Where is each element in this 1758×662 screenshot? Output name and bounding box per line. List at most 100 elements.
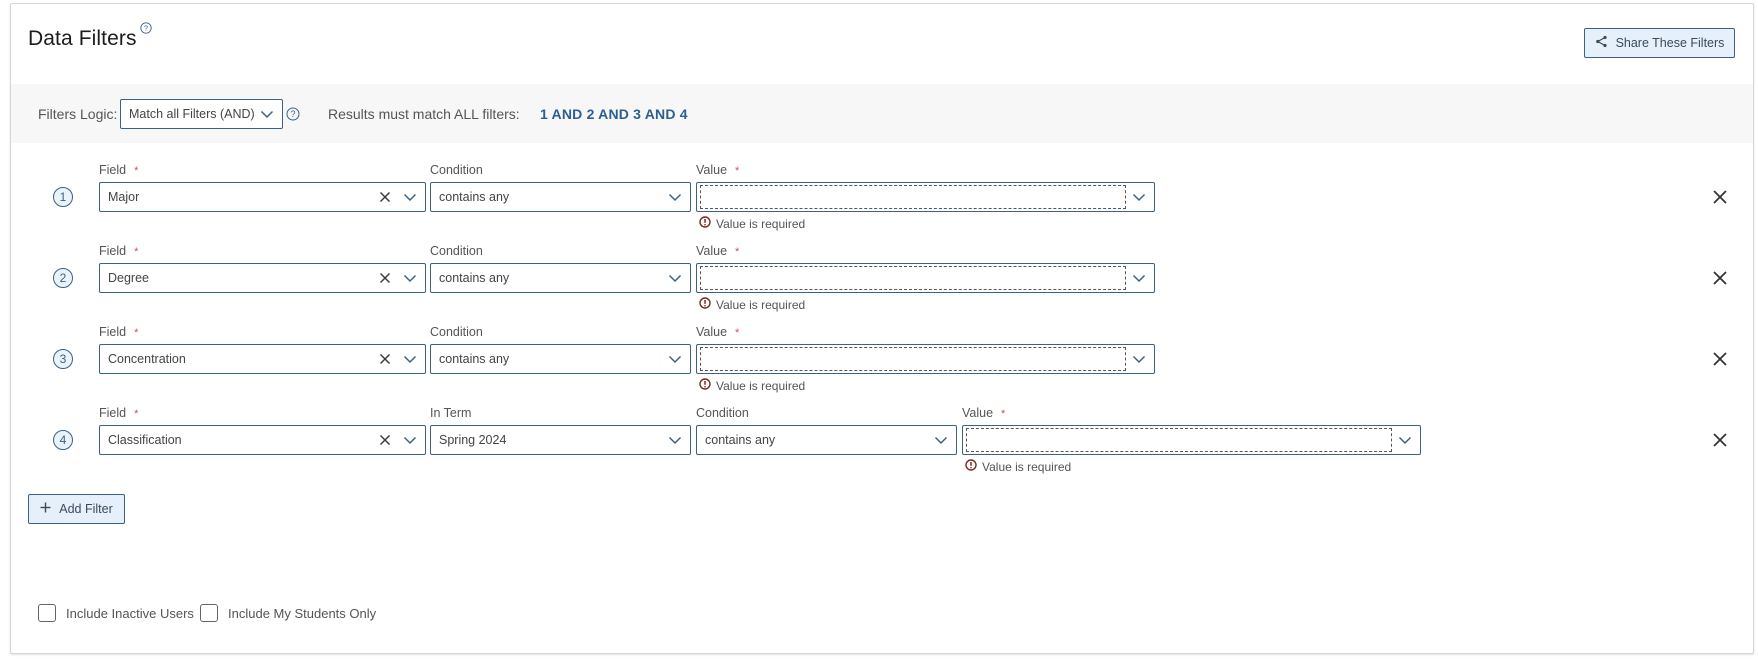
condition-select-value: contains any [705, 433, 776, 447]
include-my-students-only-checkbox[interactable]: Include My Students Only [200, 604, 376, 622]
question-circle-icon[interactable]: ? [140, 21, 152, 39]
field-select-value: Classification [108, 433, 182, 447]
error-icon [699, 216, 711, 231]
include-my-students-only-label: Include My Students Only [228, 605, 377, 621]
chevron-down-icon [934, 434, 948, 449]
filter-number-badge: 1 [53, 187, 73, 207]
field-select-value: Concentration [108, 352, 186, 366]
validation-error-text: Value is required [716, 378, 806, 393]
condition-label: Condition [430, 244, 483, 258]
chevron-down-icon [403, 191, 417, 206]
filter-number-badge: 2 [53, 268, 73, 288]
share-icon [1595, 35, 1608, 51]
field-select[interactable]: Concentration [99, 344, 426, 374]
filter-number-badge: 4 [53, 430, 73, 450]
close-icon [1712, 271, 1728, 290]
checkbox-box[interactable] [38, 604, 56, 622]
value-select[interactable] [696, 182, 1155, 212]
condition-select-value: contains any [439, 190, 510, 204]
value-select[interactable] [962, 425, 1421, 455]
svg-text:?: ? [144, 24, 148, 33]
chevron-down-icon [403, 353, 417, 368]
condition-select[interactable]: contains any [430, 344, 691, 374]
filters-logic-value: Match all Filters (AND) [129, 107, 255, 121]
clear-icon[interactable] [379, 191, 391, 206]
chevron-down-icon [668, 353, 682, 368]
field-label-text: Field [99, 325, 127, 339]
term-select[interactable]: Spring 2024 [430, 425, 691, 455]
condition-select-value: contains any [439, 271, 510, 285]
chevron-down-icon [403, 272, 417, 287]
required-star: * [735, 165, 740, 177]
required-star: * [735, 246, 740, 258]
remove-filter-button[interactable] [1712, 351, 1728, 367]
chevron-down-icon [1398, 434, 1412, 449]
checkbox-box[interactable] [200, 604, 218, 622]
field-select[interactable]: Degree [99, 263, 426, 293]
field-label: Field * [99, 163, 138, 177]
add-filter-label: Add Filter [59, 502, 113, 516]
field-select-value: Major [108, 190, 140, 204]
condition-select[interactable]: contains any [430, 263, 691, 293]
field-select[interactable]: Major [99, 182, 426, 212]
condition-select[interactable]: contains any [430, 182, 691, 212]
svg-text:?: ? [290, 109, 295, 119]
value-label-text: Value [696, 244, 728, 258]
focus-ring [700, 347, 1126, 371]
value-select[interactable] [696, 263, 1155, 293]
share-filters-button[interactable]: Share These Filters [1584, 28, 1735, 58]
field-label-text: Field [99, 163, 127, 177]
value-label: Value * [696, 325, 739, 339]
error-icon [965, 459, 977, 474]
remove-filter-button[interactable] [1712, 189, 1728, 205]
field-label: Field * [99, 244, 138, 258]
close-icon [1712, 352, 1728, 371]
clear-icon[interactable] [379, 272, 391, 287]
value-label-text: Value [962, 406, 994, 420]
chevron-down-icon [403, 434, 417, 449]
focus-ring [966, 428, 1392, 452]
field-label: Field * [99, 406, 138, 420]
results-label: Results must match ALL filters: [328, 106, 520, 122]
close-icon [1712, 190, 1728, 209]
page-title: Data Filters [28, 27, 137, 50]
error-icon [699, 378, 711, 393]
validation-error: Value is required [699, 297, 805, 312]
condition-select[interactable]: contains any [696, 425, 957, 455]
remove-filter-button[interactable] [1712, 270, 1728, 286]
value-select[interactable] [696, 344, 1155, 374]
filter-number-badge: 3 [53, 349, 73, 369]
validation-error-text: Value is required [716, 297, 806, 312]
required-star: * [134, 246, 139, 258]
chevron-down-icon [668, 434, 682, 449]
question-circle-icon[interactable]: ? [286, 107, 300, 126]
chevron-down-icon [668, 191, 682, 206]
condition-select-value: contains any [439, 352, 510, 366]
add-filter-button[interactable]: Add Filter [28, 494, 125, 524]
validation-error-text: Value is required [982, 459, 1072, 474]
close-icon [1712, 433, 1728, 452]
condition-label: Condition [696, 406, 749, 420]
filters-logic-select[interactable]: Match all Filters (AND) [120, 99, 283, 129]
value-label: Value * [696, 163, 739, 177]
term-select-value: Spring 2024 [439, 433, 507, 447]
condition-label: Condition [430, 325, 483, 339]
validation-error: Value is required [699, 378, 805, 393]
remove-filter-button[interactable] [1712, 432, 1728, 448]
clear-icon[interactable] [379, 353, 391, 368]
value-label-text: Value [696, 325, 728, 339]
validation-error: Value is required [699, 216, 805, 231]
validation-error-text: Value is required [716, 216, 806, 231]
validation-error: Value is required [965, 459, 1071, 474]
required-star: * [735, 327, 740, 339]
clear-icon[interactable] [379, 434, 391, 449]
results-expression: 1 AND 2 AND 3 AND 4 [540, 106, 688, 122]
chevron-down-icon [1132, 191, 1146, 206]
required-star: * [134, 408, 139, 420]
include-inactive-users-checkbox[interactable]: Include Inactive Users [38, 604, 194, 622]
value-label-text: Value [696, 163, 728, 177]
term-label: In Term [430, 406, 472, 420]
plus-icon [40, 502, 51, 516]
field-select[interactable]: Classification [99, 425, 426, 455]
field-select-value: Degree [108, 271, 149, 285]
